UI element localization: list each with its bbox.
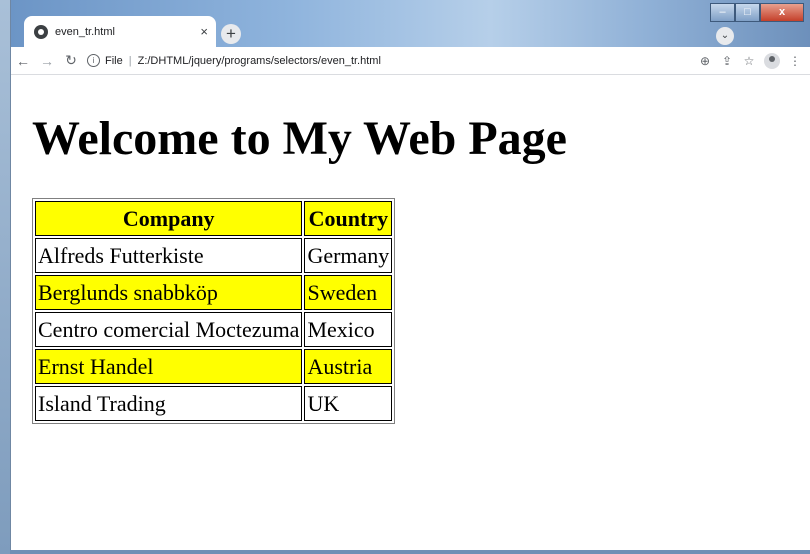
- table-row: Berglunds snabbköp Sweden: [35, 275, 393, 310]
- company-table: Company Country Alfreds Futterkiste Germ…: [32, 198, 396, 424]
- company-cell: Alfreds Futterkiste: [35, 238, 303, 273]
- country-cell: Germany: [304, 238, 393, 273]
- toolbar-actions: ⊕ ⇪ ☆ ⋮: [694, 52, 806, 69]
- favicon-icon: [34, 24, 48, 39]
- tab-title: even_tr.html: [55, 25, 115, 38]
- company-cell: Island Trading: [35, 386, 303, 421]
- close-window-button[interactable]: x: [760, 3, 804, 22]
- share-icon[interactable]: ⇪: [716, 54, 738, 68]
- browser-window: even_tr.html × + ⌄ – □ x ← → ↻ i File | …: [10, 0, 810, 554]
- maximize-button[interactable]: □: [735, 3, 760, 22]
- forward-icon[interactable]: →: [35, 53, 59, 69]
- browser-tab[interactable]: even_tr.html ×: [24, 16, 216, 47]
- table-row: Ernst Handel Austria: [35, 349, 393, 384]
- zoom-icon[interactable]: ⊕: [694, 54, 716, 68]
- header-company: Company: [35, 201, 303, 236]
- new-tab-button[interactable]: +: [221, 24, 241, 44]
- page-heading: Welcome to My Web Page: [32, 112, 567, 165]
- header-country: Country: [304, 201, 393, 236]
- tab-search-icon[interactable]: ⌄: [716, 27, 734, 45]
- company-cell: Ernst Handel: [35, 349, 303, 384]
- country-cell: Sweden: [304, 275, 393, 310]
- star-icon[interactable]: ☆: [738, 54, 760, 68]
- window-bottom-border: [10, 550, 810, 554]
- url-text[interactable]: Z:/DHTML/jquery/programs/selectors/even_…: [138, 55, 381, 67]
- title-bar: even_tr.html × + ⌄ – □ x: [11, 0, 810, 47]
- page-viewport: Welcome to My Web Page Company Country A…: [11, 75, 810, 550]
- reload-icon[interactable]: ↻: [59, 52, 83, 69]
- url-separator: |: [128, 54, 132, 67]
- profile-icon[interactable]: [764, 52, 780, 69]
- desktop-background: [0, 0, 10, 554]
- country-cell: Mexico: [304, 312, 393, 347]
- url-scheme-label: File: [105, 54, 123, 67]
- menu-icon[interactable]: ⋮: [784, 54, 806, 68]
- tab-close-icon[interactable]: ×: [200, 24, 208, 39]
- table-row: Alfreds Futterkiste Germany: [35, 238, 393, 273]
- company-cell: Centro comercial Moctezuma: [35, 312, 303, 347]
- table-row: Centro comercial Moctezuma Mexico: [35, 312, 393, 347]
- company-cell: Berglunds snabbköp: [35, 275, 303, 310]
- info-icon[interactable]: i: [87, 54, 100, 67]
- browser-toolbar: ← → ↻ i File | Z:/DHTML/jquery/programs/…: [11, 47, 810, 75]
- table-row: Island Trading UK: [35, 386, 393, 421]
- back-icon[interactable]: ←: [11, 53, 35, 69]
- country-cell: Austria: [304, 349, 393, 384]
- country-cell: UK: [304, 386, 393, 421]
- table-header-row: Company Country: [35, 201, 393, 236]
- address-bar[interactable]: i File | Z:/DHTML/jquery/programs/select…: [87, 50, 647, 72]
- minimize-button[interactable]: –: [710, 3, 735, 22]
- window-controls: – □ x: [710, 3, 804, 22]
